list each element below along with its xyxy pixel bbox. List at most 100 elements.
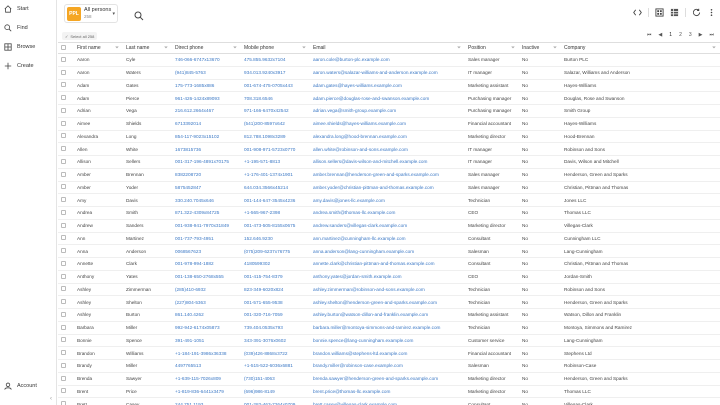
cell-direct-phone[interactable]: 6713392014 (172, 117, 241, 131)
select-all-chip[interactable]: ✓ Select all 258 (62, 32, 98, 40)
cell-mobile-phone[interactable]: 343-391-3076x0602 (241, 334, 310, 348)
cell-email[interactable]: andrew.sanders@villegas-clark.example.co… (310, 219, 465, 233)
cell-mobile-phone[interactable]: 152.646.9230 (241, 232, 310, 246)
cell-email[interactable]: barbara.miller@montoya-simmons-and-ramir… (310, 321, 465, 335)
cell-mobile-phone[interactable]: (541)200-8597x642 (241, 117, 310, 131)
table-row[interactable]: Amber Yoder 5875452847 644.034.3566x45214 am… (58, 181, 720, 195)
row-checkbox[interactable] (61, 362, 66, 368)
page-2-link[interactable]: 2 (679, 32, 682, 38)
cell-email[interactable]: allison.sellers@davis-wilson-and-mitchel… (310, 155, 465, 169)
cell-direct-phone[interactable]: 216.612.2664x467 (172, 104, 241, 118)
cell-direct-phone[interactable]: 391-491-1051 (172, 334, 241, 348)
cell-email[interactable]: amber.yoder@christian-pittman-and-thomas… (310, 181, 465, 195)
table-row[interactable]: Ashley Shelton (227)804-5363 001-571-655-95… (58, 295, 720, 309)
filter-icon[interactable]: ⏷ (302, 45, 306, 51)
row-checkbox[interactable] (61, 95, 66, 101)
cell-mobile-phone[interactable]: +1-195-571-8813 (241, 155, 310, 169)
filter-icon[interactable]: ⏷ (164, 45, 168, 51)
table-row[interactable]: Alexandra Long 854-117-9023x15102 812.788.1… (58, 130, 720, 144)
row-checkbox[interactable] (61, 388, 66, 394)
table-row[interactable]: Ashley Zimmerman (285)410-6932 823-349-6020… (58, 283, 720, 297)
row-checkbox[interactable] (61, 248, 66, 254)
cell-direct-phone[interactable]: +1-184-191-3986x36338 (172, 346, 241, 360)
cell-mobile-phone[interactable]: 708.318.6546 (241, 91, 310, 105)
code-view-button[interactable] (633, 8, 642, 17)
row-checkbox[interactable] (61, 273, 66, 279)
row-checkbox[interactable] (61, 222, 66, 228)
cell-mobile-phone[interactable]: +1-515-522-6036x6881 (241, 359, 310, 373)
cell-direct-phone[interactable]: (941)845-5763 (172, 66, 241, 80)
page-3-link[interactable]: 3 (689, 32, 692, 38)
row-checkbox[interactable] (61, 171, 66, 177)
column-header-email[interactable]: Email ⏷ (310, 42, 465, 54)
table-row[interactable]: Aaron Cyle 746-066-6747x13670 475.855.9632x… (58, 53, 720, 67)
select-all-checkbox[interactable] (61, 44, 66, 50)
cell-direct-phone[interactable]: 4497765513 (172, 359, 241, 373)
cell-email[interactable]: alexandra.long@hood-brennan.example.com (310, 130, 465, 144)
more-options-button[interactable] (707, 8, 716, 17)
cell-mobile-phone[interactable]: (696)986-8149 (241, 385, 310, 399)
refresh-button[interactable] (692, 8, 701, 17)
row-checkbox[interactable] (61, 260, 66, 266)
filter-icon[interactable]: ⏷ (115, 45, 119, 51)
table-row[interactable]: Allen White 1673815736 001-908-971-5723x077… (58, 142, 720, 156)
cell-direct-phone[interactable]: 0068567623 (172, 244, 241, 258)
row-checkbox[interactable] (61, 299, 66, 305)
table-row[interactable]: Bonnie Spence 391-491-1051 343-391-3076x060… (58, 334, 720, 348)
sidebar-item-create[interactable]: Create (4, 60, 34, 72)
table-row[interactable]: Annette Clark 001-978-994-1882 4180599302 an… (58, 257, 720, 271)
last-page-icon[interactable]: ⏭ (709, 32, 714, 38)
cell-mobile-phone[interactable]: 001-415-754-8379 (241, 270, 310, 284)
cell-direct-phone[interactable]: +1-819-836-6441x3479 (172, 385, 241, 399)
cell-email[interactable]: anna.anderson@lang-cunningham.example.co… (310, 244, 465, 258)
table-row[interactable]: Aimee Shields 6713392014 (541)200-8597x642 a… (58, 117, 720, 131)
table-row[interactable]: Amy Davis 330.240.7045x646 001-144-647-3545… (58, 193, 720, 207)
row-checkbox[interactable] (61, 56, 66, 62)
table-row[interactable]: Adam Gates 175-773-1685x886 001-674-475-070… (58, 79, 720, 93)
table-row[interactable]: Andrew Sanders 001-938-941-7970x31849 001-4… (58, 219, 720, 233)
cell-mobile-phone[interactable]: 644.034.3566x45214 (241, 181, 310, 195)
column-header-company[interactable]: Company ⏷ (561, 42, 720, 54)
cell-email[interactable]: brenda.sawyer@henderson-green-and-sparks… (310, 372, 465, 386)
cell-email[interactable]: ashley.zimmerman@robinson-and-sons.examp… (310, 283, 465, 297)
row-checkbox[interactable] (61, 235, 66, 241)
cell-email[interactable]: andrea.smith@thomas-llc.example.com (310, 206, 465, 220)
row-checkbox[interactable] (61, 311, 66, 317)
cell-direct-phone[interactable]: (285)410-6932 (172, 283, 241, 297)
cell-mobile-phone[interactable]: 812.788.1098x3289 (241, 130, 310, 144)
cell-mobile-phone[interactable]: +1-565-967-2398 (241, 206, 310, 220)
cell-direct-phone[interactable]: 001-317-196-4891x70175 (172, 155, 241, 169)
table-row[interactable]: Anna Anderson 0068567623 (075)209-6237x7677… (58, 244, 720, 258)
table-row[interactable]: Allison Sellers 001-317-196-4891x70175 +1-1… (58, 155, 720, 169)
cell-email[interactable]: brent.price@thomas-llc.example.com (310, 385, 465, 399)
row-checkbox[interactable] (61, 209, 66, 215)
table-row[interactable]: Adam Pierce 961-426-1424x89093 708.318.6546… (58, 91, 720, 105)
collapse-sidebar-icon[interactable]: ‹ (50, 396, 52, 402)
row-checkbox[interactable] (61, 69, 66, 75)
cell-email[interactable]: adrian.vega@smith-group.example.com (310, 104, 465, 118)
cell-direct-phone[interactable]: 5875452847 (172, 181, 241, 195)
cell-email[interactable]: ann.martinez@cunningham-llc.example.com (310, 232, 465, 246)
row-checkbox[interactable] (61, 146, 66, 152)
row-checkbox[interactable] (61, 337, 66, 343)
cell-email[interactable]: amy.davis@jones-llc.example.com (310, 193, 465, 207)
row-checkbox[interactable] (61, 197, 66, 203)
cell-mobile-phone[interactable]: 475.855.9632x7104 (241, 53, 310, 67)
table-row[interactable]: Brenda Sawyer +1-639-115-7026x809 (730)151-… (58, 372, 720, 386)
cell-mobile-phone[interactable]: 4180599302 (241, 257, 310, 271)
table-row[interactable]: Barbara Miller 992-942-6174x05873 739.404.0… (58, 321, 720, 335)
cell-direct-phone[interactable]: 746-066-6747x13670 (172, 53, 241, 67)
cell-mobile-phone[interactable]: 001-320-716-7059 (241, 308, 310, 322)
cell-mobile-phone[interactable]: 001-571-655-9538 (241, 295, 310, 309)
search-button[interactable] (134, 8, 144, 21)
cell-mobile-phone[interactable]: 001-473-505-8155x0675 (241, 219, 310, 233)
cell-mobile-phone[interactable]: (730)151-4063 (241, 372, 310, 386)
cell-direct-phone[interactable]: 175-773-1685x886 (172, 79, 241, 93)
row-checkbox[interactable] (61, 82, 66, 88)
filter-icon[interactable]: ⏷ (457, 45, 461, 51)
row-checkbox[interactable] (61, 286, 66, 292)
table-row[interactable]: Adrian Vega 216.612.2664x467 971-166-6470x4… (58, 104, 720, 118)
cell-email[interactable]: adam.gates@hayes-williams.example.com (310, 79, 465, 93)
cell-direct-phone[interactable]: +1-639-115-7026x809 (172, 372, 241, 386)
column-header-last-name[interactable]: Last name ⏷ (123, 42, 172, 54)
